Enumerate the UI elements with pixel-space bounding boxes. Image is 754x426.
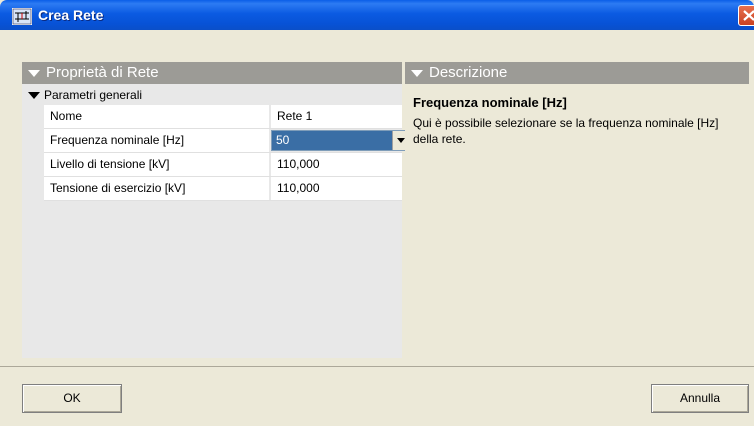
- collapse-triangle-icon[interactable]: [28, 70, 40, 77]
- description-panel: Descrizione Frequenza nominale [Hz] Qui …: [405, 62, 749, 358]
- description-text: Qui è possibile selezionare se la freque…: [413, 116, 719, 146]
- properties-panel-title: Proprietà di Rete: [46, 64, 159, 81]
- network-app-icon: [12, 8, 32, 25]
- property-value-tensione-esercizio[interactable]: 110,000: [271, 177, 402, 200]
- frequency-dropdown-value: 50: [276, 133, 290, 147]
- property-value-nome[interactable]: Rete 1: [271, 105, 402, 128]
- property-name: Frequenza nominale [Hz]: [44, 129, 269, 152]
- property-row-tensione-esercizio[interactable]: Tensione di esercizio [kV] 110,000: [44, 177, 402, 201]
- property-row-frequenza[interactable]: Frequenza nominale [Hz] 50: [44, 129, 410, 153]
- expand-triangle-icon[interactable]: [28, 92, 40, 99]
- ok-button[interactable]: OK: [22, 384, 122, 413]
- property-row-livello-tensione[interactable]: Livello di tensione [kV] 110,000: [44, 153, 402, 177]
- dialog-window: Crea Rete Proprietà di Rete Parametri ge…: [0, 0, 754, 426]
- footer-divider: [0, 366, 754, 367]
- description-panel-title: Descrizione: [429, 64, 508, 81]
- property-name: Nome: [44, 105, 269, 128]
- properties-panel: Proprietà di Rete Parametri generali Nom…: [22, 62, 410, 358]
- chevron-down-icon: [397, 138, 405, 143]
- description-title: Frequenza nominale [Hz]: [413, 95, 567, 110]
- frequency-dropdown[interactable]: 50: [271, 130, 410, 151]
- property-row-nome[interactable]: Nome Rete 1: [44, 105, 402, 129]
- property-grid: Nome Rete 1 Frequenza nominale [Hz] 50 L…: [44, 105, 410, 201]
- collapse-triangle-icon[interactable]: [411, 70, 423, 77]
- properties-panel-header[interactable]: Proprietà di Rete: [22, 62, 402, 84]
- title-bar[interactable]: Crea Rete: [0, 0, 754, 30]
- category-general-parameters[interactable]: Parametri generali: [22, 86, 402, 104]
- category-label: Parametri generali: [44, 88, 143, 102]
- cancel-button[interactable]: Annulla: [651, 384, 749, 413]
- close-icon: [743, 10, 754, 21]
- window-title: Crea Rete: [38, 7, 104, 23]
- property-name: Livello di tensione [kV]: [44, 153, 269, 176]
- property-name: Tensione di esercizio [kV]: [44, 177, 269, 200]
- property-value-livello-tensione[interactable]: 110,000: [271, 153, 402, 176]
- description-panel-header[interactable]: Descrizione: [405, 62, 749, 84]
- close-button[interactable]: [738, 5, 754, 26]
